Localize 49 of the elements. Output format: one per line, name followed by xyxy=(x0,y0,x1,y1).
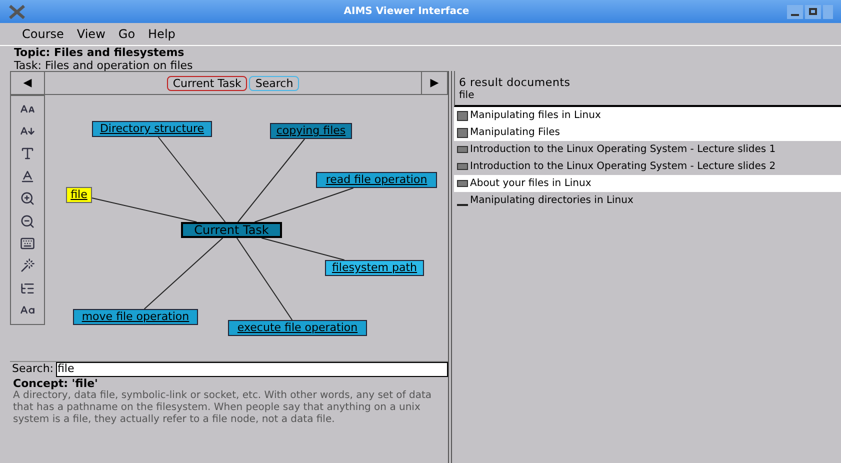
graph-node[interactable]: read file operation xyxy=(316,172,437,188)
result-item[interactable]: About your files in Linux xyxy=(454,175,841,192)
maximize-button[interactable] xyxy=(805,4,821,18)
document-icon xyxy=(457,128,468,138)
result-item[interactable]: Manipulating files in Linux xyxy=(454,107,841,124)
view-tab[interactable]: Current Task xyxy=(166,76,248,90)
graph-center-node[interactable]: Current Task xyxy=(181,222,282,238)
result-title: About your files in Linux xyxy=(470,177,592,191)
result-title: Introduction to the Linux Operating System - Lecture slides 2 xyxy=(470,160,776,174)
graph-node[interactable]: copying files xyxy=(270,123,352,139)
graph-node[interactable]: filesystem path xyxy=(325,260,424,276)
zoom-in-icon[interactable] xyxy=(20,191,35,206)
result-title: Introduction to the Linux Operating System - Lecture slides 1 xyxy=(470,143,776,157)
results-query: file xyxy=(459,89,476,102)
topic-title: Topic: Files and filesystems xyxy=(14,46,186,59)
graph-node[interactable]: Directory structure xyxy=(92,121,212,137)
result-title: Manipulating Files xyxy=(470,126,560,140)
zoom-out-icon[interactable] xyxy=(20,214,35,229)
menu-item[interactable]: Course xyxy=(22,25,64,43)
document-icon xyxy=(457,110,468,120)
results-count: 6 result documents xyxy=(459,76,572,89)
document-icon xyxy=(457,163,468,170)
menu-item[interactable]: Help xyxy=(148,25,176,43)
menu-item[interactable]: Go xyxy=(118,25,136,43)
result-item[interactable]: Manipulating Files xyxy=(454,124,841,141)
graph-node[interactable]: file xyxy=(66,187,92,203)
app-x-icon xyxy=(8,4,26,18)
next-button[interactable]: ▶ xyxy=(421,72,447,94)
task-label: Task: Files and operation on files xyxy=(14,59,194,72)
result-title: Manipulating files in Linux xyxy=(470,109,601,123)
concept-title: Concept: 'file' xyxy=(13,377,99,390)
font-style-icon[interactable] xyxy=(20,168,35,184)
previous-button[interactable]: ◀ xyxy=(11,72,45,94)
graph-node[interactable]: execute file operation xyxy=(228,320,367,336)
result-title: Manipulating directories in Linux xyxy=(470,194,634,208)
graph-node[interactable]: move file operation xyxy=(73,309,198,325)
menu-item[interactable]: View xyxy=(76,25,106,43)
search-field[interactable]: file xyxy=(56,362,448,377)
window-title: AIMS Viewer Interface xyxy=(342,5,470,19)
document-icon xyxy=(457,146,468,153)
search-label: Search: xyxy=(11,361,54,378)
document-icon xyxy=(457,180,468,187)
font-icon[interactable] xyxy=(20,146,35,162)
concept-description: A directory, data file, symbolic-link or socket, etc. With other words, any set of data that has a pathname on the filesystem. When people say that anything on a unix system is a file, they actually refer to a file node, not a data file. xyxy=(13,390,433,426)
minimize-button[interactable] xyxy=(787,4,803,18)
wand-icon[interactable] xyxy=(20,258,35,274)
list-tree-icon[interactable] xyxy=(20,280,35,296)
keyboard-icon[interactable] xyxy=(20,236,35,252)
view-tab[interactable]: Search xyxy=(249,76,300,90)
